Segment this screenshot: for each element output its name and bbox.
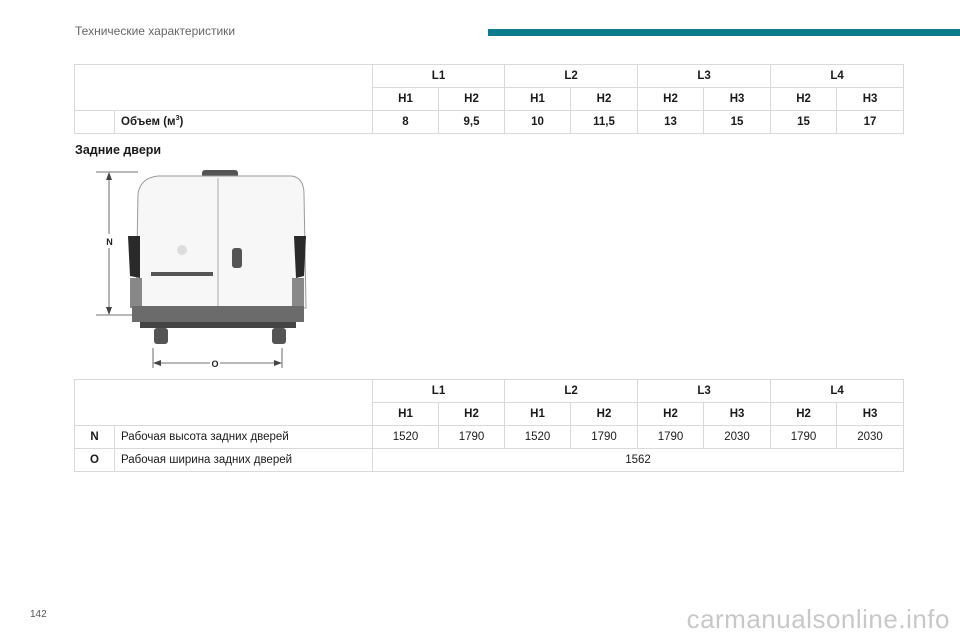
door-height-value: 1790 xyxy=(570,425,639,449)
dimension-n-label: N xyxy=(106,237,113,247)
row-code-cell xyxy=(74,110,115,134)
door-height-value: 1790 xyxy=(637,425,705,449)
volume-length-header-row: L1 L2 L3 L4 xyxy=(74,64,905,111)
height-header: H1 xyxy=(372,87,439,111)
length-header: L2 xyxy=(504,64,639,88)
height-header: H2 xyxy=(770,87,838,111)
door-height-value: 1520 xyxy=(372,425,439,449)
volume-value: 17 xyxy=(836,110,905,134)
volume-row: Объем (м3) 8 9,5 10 11,5 13 15 15 17 xyxy=(74,110,905,134)
length-header: L2 xyxy=(504,379,639,403)
length-header: L3 xyxy=(637,64,772,88)
rear-doors-illustration: N O xyxy=(96,158,326,370)
volume-value: 15 xyxy=(770,110,838,134)
volume-value: 15 xyxy=(703,110,772,134)
section-title: Задние двери xyxy=(75,143,162,157)
door-height-row: N Рабочая высота задних дверей 1520 1790… xyxy=(74,425,905,449)
door-height-value: 1520 xyxy=(504,425,572,449)
dimension-o-label: O xyxy=(211,359,218,369)
door-height-value: 2030 xyxy=(836,425,905,449)
empty-header-cell xyxy=(74,64,373,111)
watermark: carmanualsonline.info xyxy=(686,604,950,634)
volume-value: 11,5 xyxy=(570,110,639,134)
volume-value: 8 xyxy=(372,110,439,134)
volume-table: L1 L2 L3 L4 H1 H2 H1 H2 H2 H3 H2 H3 Объе… xyxy=(74,64,905,134)
header-accent-bar xyxy=(488,29,960,36)
volume-value: 13 xyxy=(637,110,705,134)
height-header: H2 xyxy=(637,87,705,111)
row-label: Рабочая высота задних дверей xyxy=(114,425,373,449)
length-header: L3 xyxy=(637,379,772,403)
page-number: 142 xyxy=(30,609,47,620)
length-header: L1 xyxy=(371,379,506,403)
row-code: N xyxy=(74,425,115,449)
height-header: H3 xyxy=(836,402,905,426)
empty-header-cell xyxy=(74,379,373,426)
door-height-value: 2030 xyxy=(703,425,772,449)
door-height-value: 1790 xyxy=(437,425,506,449)
height-header: H1 xyxy=(372,402,439,426)
doors-length-header-row: L1 L2 L3 L4 xyxy=(74,379,905,426)
length-header: L4 xyxy=(770,64,905,88)
length-header: L4 xyxy=(770,379,905,403)
height-header: H2 xyxy=(437,87,506,111)
volume-value: 9,5 xyxy=(437,110,506,134)
height-header: H1 xyxy=(504,402,572,426)
door-width-row: O Рабочая ширина задних дверей 1562 xyxy=(74,448,905,472)
height-header: H3 xyxy=(703,87,772,111)
volume-label: Объем (м3) xyxy=(114,110,373,134)
height-header: H2 xyxy=(570,87,639,111)
height-header: H2 xyxy=(570,402,639,426)
running-header-title: Технические характеристики xyxy=(75,24,236,38)
door-width-value: 1562 xyxy=(371,448,905,472)
height-header: H2 xyxy=(637,402,705,426)
height-header: H2 xyxy=(770,402,838,426)
height-header: H2 xyxy=(437,402,506,426)
row-label: Рабочая ширина задних дверей xyxy=(114,448,373,472)
door-height-value: 1790 xyxy=(770,425,838,449)
length-header: L1 xyxy=(371,64,506,88)
height-header: H3 xyxy=(703,402,772,426)
height-header: H3 xyxy=(836,87,905,111)
doors-table: L1 L2 L3 L4 H1 H2 H1 H2 H2 H3 H2 H3 N Ра… xyxy=(74,379,905,472)
volume-value: 10 xyxy=(504,110,572,134)
row-code: O xyxy=(74,448,115,472)
height-header: H1 xyxy=(504,87,572,111)
